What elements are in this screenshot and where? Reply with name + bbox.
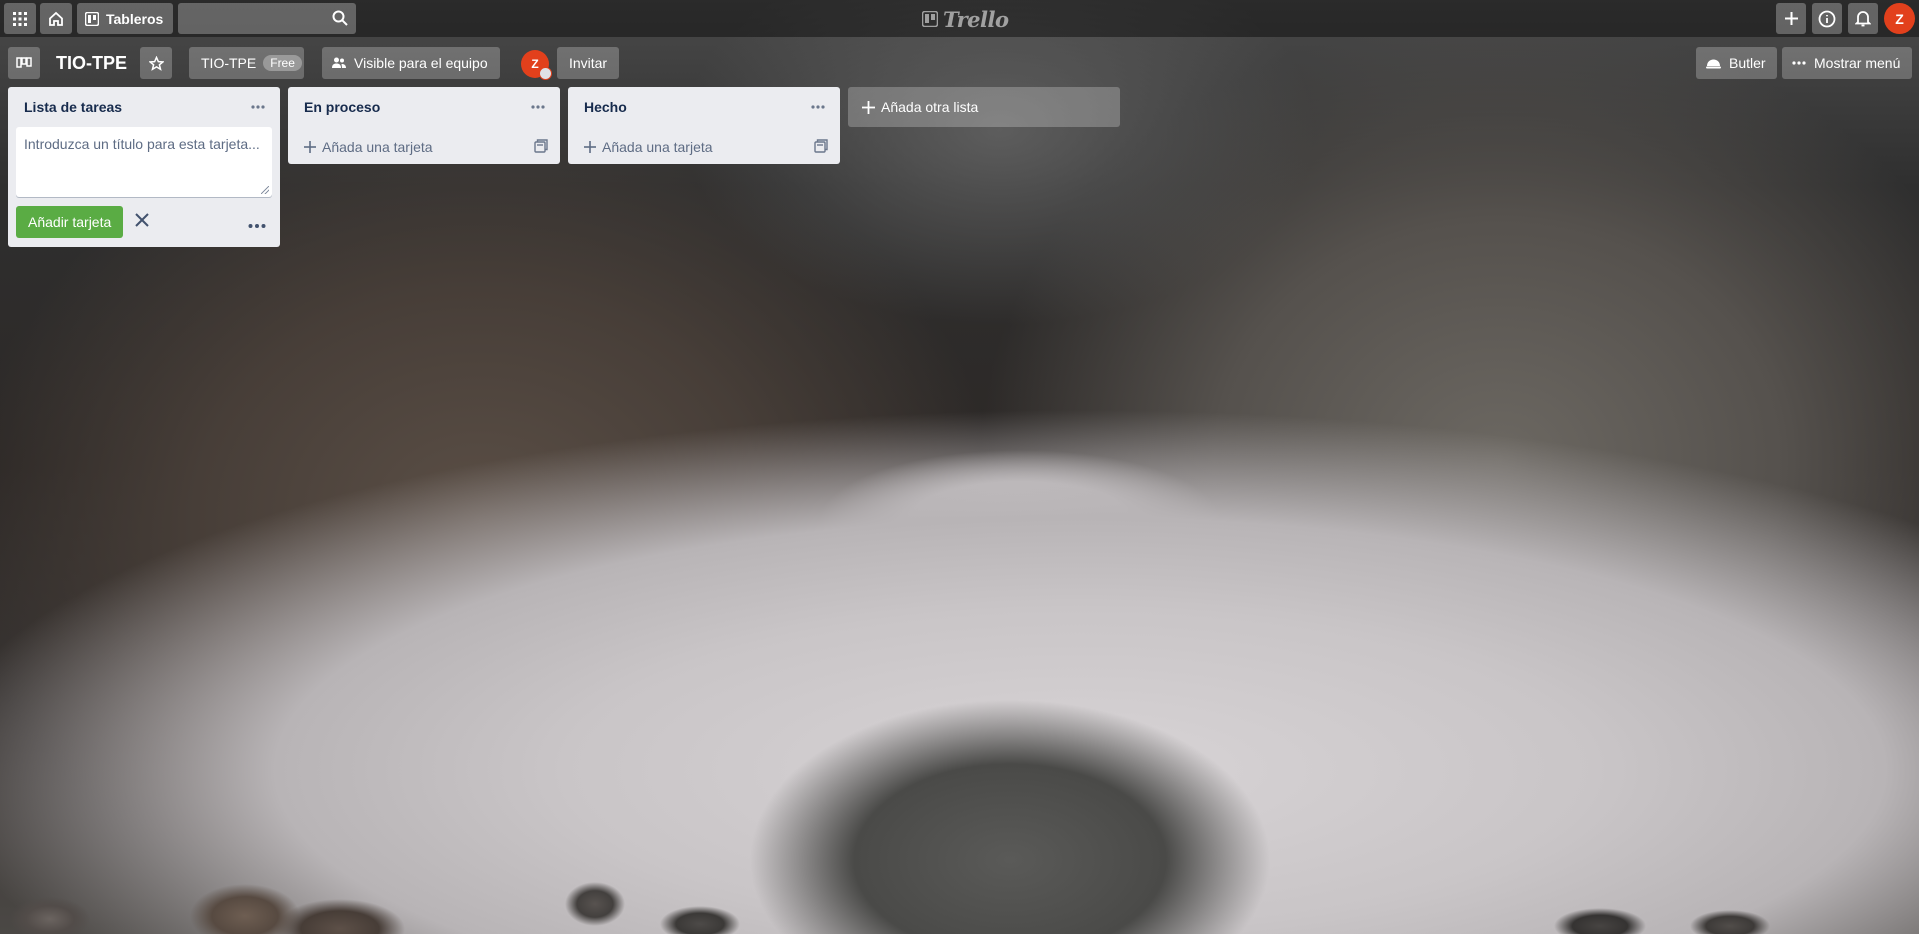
admin-badge-icon [539, 67, 552, 80]
star-button[interactable] [140, 47, 172, 79]
plus-icon [584, 141, 596, 153]
list-en-proceso: En proceso Añada una tarjeta [288, 87, 560, 164]
add-card-button[interactable]: Añadir tarjeta [16, 206, 124, 238]
list-menu-icon[interactable] [526, 99, 550, 115]
invite-label: Invitar [568, 55, 608, 71]
add-card-label: Añada una tarjeta [322, 139, 433, 155]
invite-button[interactable]: Invitar [557, 47, 619, 79]
user-avatar[interactable]: Z [1884, 3, 1915, 34]
list-title[interactable]: Hecho [584, 99, 627, 115]
add-card-link[interactable]: Añada una tarjeta [296, 127, 552, 167]
butler-label: Butler [1729, 55, 1766, 71]
background-rocks [0, 854, 1919, 934]
plus-icon [1784, 11, 1799, 26]
search-icon[interactable] [332, 10, 348, 29]
card-title-field[interactable] [16, 127, 272, 197]
user-initial: Z [1895, 10, 1904, 27]
list-hecho: Hecho Añada una tarjeta [568, 87, 840, 164]
team-visibility-icon [331, 56, 347, 70]
butler-button[interactable]: Butler [1696, 47, 1777, 79]
list-title[interactable]: Lista de tareas [24, 99, 122, 115]
show-menu-button[interactable]: Mostrar menú [1782, 47, 1912, 79]
list-header: En proceso [288, 87, 560, 127]
list-header: Hecho [568, 87, 840, 127]
team-button[interactable]: TIO-TPE Free [189, 47, 304, 79]
plus-icon [862, 100, 875, 114]
boards-label: Tableros [106, 10, 164, 27]
show-menu-label: Mostrar menú [1814, 55, 1901, 71]
resize-grip-icon[interactable] [261, 186, 269, 194]
add-list-button[interactable]: Añada otra lista [848, 87, 1120, 127]
board-canvas: Tableros Trello Z TIO-TPE TIO-TPE Free V… [0, 0, 1919, 934]
more-icon [1792, 61, 1806, 65]
search-box [178, 3, 356, 34]
search-input[interactable] [178, 3, 334, 34]
add-card-link[interactable]: Añada una tarjeta [576, 127, 832, 167]
butler-icon [1706, 57, 1721, 69]
trello-logo[interactable]: Trello [922, 6, 1009, 32]
plan-badge: Free [263, 55, 302, 71]
board-view-icon [16, 57, 32, 69]
grid-icon [13, 11, 27, 26]
list-menu-icon[interactable] [246, 99, 270, 115]
add-card-label: Añada una tarjeta [602, 139, 713, 155]
visibility-label: Visible para el equipo [354, 55, 488, 71]
list-header: Lista de tareas [8, 87, 280, 127]
member-avatar[interactable]: Z [521, 50, 552, 80]
visibility-button[interactable]: Visible para el equipo [322, 47, 500, 79]
card-template-icon[interactable] [814, 139, 828, 156]
list-lista-de-tareas: Lista de tareas Añadir tarjeta [8, 87, 280, 247]
notifications-button[interactable] [1848, 3, 1878, 34]
trello-logo-icon [922, 11, 938, 27]
card-template-icon[interactable] [534, 139, 548, 156]
card-title-field-wrapper [16, 127, 272, 197]
close-icon[interactable] [134, 212, 150, 231]
list-title[interactable]: En proceso [304, 99, 380, 115]
home-icon [48, 11, 64, 27]
apps-button[interactable] [4, 3, 36, 34]
boards-button[interactable]: Tableros [77, 3, 173, 34]
star-icon [148, 55, 164, 71]
member-initial: Z [531, 57, 539, 71]
list-menu-icon[interactable] [806, 99, 830, 115]
home-button[interactable] [40, 3, 72, 34]
info-button[interactable] [1812, 3, 1842, 34]
composer-controls: Añadir tarjeta [16, 197, 272, 245]
plus-icon [304, 141, 316, 153]
composer-options-icon[interactable] [248, 215, 266, 231]
create-button[interactable] [1776, 3, 1806, 34]
bell-icon [1855, 10, 1871, 27]
trello-logo-text: Trello [943, 6, 1009, 32]
add-list-label: Añada otra lista [881, 99, 979, 115]
team-name: TIO-TPE [201, 55, 257, 71]
board-title[interactable]: TIO-TPE [56, 51, 127, 75]
info-icon [1818, 10, 1836, 28]
board-icon [85, 11, 99, 26]
top-header: Tableros Trello Z [0, 0, 1919, 37]
board-switcher-button[interactable] [8, 47, 40, 79]
